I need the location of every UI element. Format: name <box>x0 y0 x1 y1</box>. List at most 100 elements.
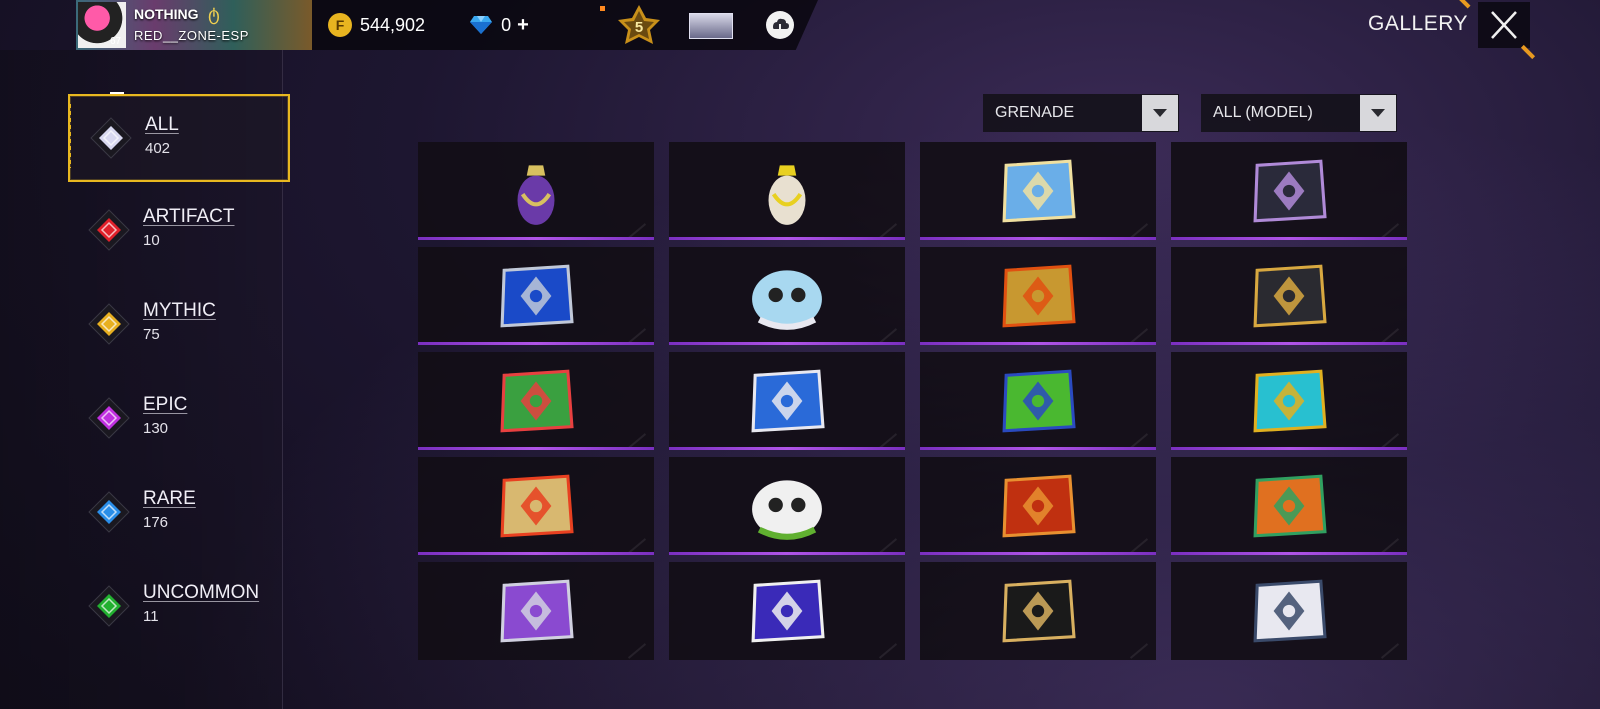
tile-decoration <box>1380 538 1400 554</box>
page-title: GALLERY <box>1368 12 1468 35</box>
cloud-sync-icon[interactable] <box>766 11 794 39</box>
gallery-item-tile[interactable] <box>1171 142 1407 240</box>
rarity-gem-icon <box>88 303 130 345</box>
tile-decoration <box>627 328 647 344</box>
tile-decoration <box>1380 643 1400 659</box>
tile-decoration <box>878 538 898 554</box>
green-armor-grenade-skin-icon <box>1002 369 1076 433</box>
purple-grenade-skin-icon <box>517 165 555 225</box>
model-filter-value: ALL (MODEL) <box>1213 104 1313 121</box>
gallery-item-tile[interactable] <box>1171 457 1407 555</box>
rarity-gem-icon <box>88 491 130 533</box>
rarity-name: UNCOMMON <box>143 582 260 603</box>
weapon-type-dropdown[interactable]: GRENADE <box>983 94 1179 132</box>
skull-cloud-grenade-skin-icon <box>752 270 822 330</box>
notification-dot <box>600 6 605 11</box>
cyan-circuit-grenade-skin-icon <box>1253 369 1327 433</box>
guild-name: RED__ZONE-ESP <box>134 28 249 43</box>
gallery-item-tile[interactable] <box>418 457 654 555</box>
rarity-tab-all[interactable]: ALL 402 <box>68 94 290 182</box>
top-bar: 67 NOTHING ტ RED__ZONE-ESP F 544,902 0 +… <box>76 0 818 50</box>
rarity-gem-icon <box>88 397 130 439</box>
tile-decoration <box>627 643 647 659</box>
crosshair-grenade-skin-icon <box>751 369 825 433</box>
diamond-amount: 0 <box>501 14 512 35</box>
tile-decoration <box>627 433 647 449</box>
diamond-currency[interactable]: 0 + <box>469 14 529 37</box>
corner-accent <box>1453 0 1471 9</box>
rarity-name: MYTHIC <box>143 300 216 321</box>
tile-decoration <box>1129 328 1149 344</box>
chevron-down-icon[interactable] <box>1142 95 1178 131</box>
tile-decoration <box>878 223 898 239</box>
tile-decoration <box>1380 433 1400 449</box>
close-button[interactable] <box>1478 2 1530 48</box>
tribal-drum-grenade-skin-icon <box>1253 474 1327 538</box>
add-diamonds-button[interactable]: + <box>517 14 529 37</box>
tile-decoration <box>1380 223 1400 239</box>
gallery-item-tile[interactable] <box>920 352 1156 450</box>
starry-book-grenade-skin-icon <box>1002 159 1076 223</box>
model-filter-dropdown[interactable]: ALL (MODEL) <box>1201 94 1397 132</box>
rarity-name: ALL <box>145 114 179 135</box>
rarity-gem-icon <box>90 117 132 159</box>
rarity-tab-epic[interactable]: EPIC 130 <box>68 376 286 460</box>
little-house-grenade-skin-icon <box>500 474 574 538</box>
tile-decoration <box>1129 643 1149 659</box>
player-profile-card[interactable]: 67 NOTHING ტ RED__ZONE-ESP <box>76 0 312 50</box>
gallery-item-tile[interactable] <box>418 142 654 240</box>
anime-hero-grenade-skin-icon <box>751 579 825 643</box>
gallery-item-tile[interactable] <box>669 562 905 660</box>
golden-crown-grenade-skin-icon <box>1002 264 1076 328</box>
gallery-item-tile[interactable] <box>669 352 905 450</box>
gallery-item-tile[interactable] <box>920 562 1156 660</box>
rarity-count: 11 <box>143 608 159 625</box>
gold-amount: 544,902 <box>360 14 426 35</box>
tile-decoration <box>1129 538 1149 554</box>
rarity-tab-artifact[interactable]: ARTIFACT 10 <box>68 188 286 272</box>
elite-pass-card-icon[interactable] <box>689 13 733 39</box>
player-name-suffix: ტ <box>208 4 220 24</box>
white-cat-grenade-skin-icon <box>752 480 822 540</box>
gallery-item-tile[interactable] <box>1171 247 1407 345</box>
gallery-item-tile[interactable] <box>669 142 905 240</box>
gallery-item-tile[interactable] <box>920 142 1156 240</box>
gallery-item-tile[interactable] <box>669 457 905 555</box>
tile-decoration <box>1129 223 1149 239</box>
rarity-count: 130 <box>143 420 169 437</box>
diamond-icon <box>470 16 493 34</box>
close-icon <box>1491 11 1517 39</box>
weapon-type-value: GRENADE <box>995 104 1075 121</box>
dark-shield-grenade-skin-icon <box>1253 159 1327 223</box>
gallery-item-tile[interactable] <box>418 352 654 450</box>
chevron-down-icon[interactable] <box>1360 95 1396 131</box>
rarity-count: 176 <box>143 514 169 531</box>
retro-tv-grenade-skin-icon <box>500 369 574 433</box>
gallery-item-grid <box>418 142 1407 660</box>
rarity-tab-uncommon[interactable]: UNCOMMON 11 <box>68 564 286 648</box>
gallery-item-tile[interactable] <box>920 457 1156 555</box>
tile-decoration <box>878 328 898 344</box>
rank-level: 5 <box>635 19 643 36</box>
rarity-name: EPIC <box>143 394 188 415</box>
rarity-count: 10 <box>143 232 160 249</box>
gallery-item-tile[interactable] <box>920 247 1156 345</box>
tile-decoration <box>1129 433 1149 449</box>
gallery-item-tile[interactable] <box>1171 352 1407 450</box>
rarity-name: ARTIFACT <box>143 206 235 227</box>
tile-decoration <box>878 433 898 449</box>
tile-decoration <box>627 223 647 239</box>
gallery-item-tile[interactable] <box>1171 562 1407 660</box>
rarity-tab-rare[interactable]: RARE 176 <box>68 470 286 554</box>
rank-badge-icon[interactable]: 5 <box>616 4 662 46</box>
player-level: 67 <box>110 36 122 47</box>
player-name: NOTHING <box>134 6 199 22</box>
black-gold-wing-grenade-skin-icon <box>1002 579 1076 643</box>
gallery-item-tile[interactable] <box>418 562 654 660</box>
gold-coin-icon: F <box>328 13 352 37</box>
rarity-tab-mythic[interactable]: MYTHIC 75 <box>68 282 286 366</box>
gallery-item-tile[interactable] <box>669 247 905 345</box>
gallery-item-tile[interactable] <box>418 247 654 345</box>
rarity-count: 75 <box>143 326 160 343</box>
tile-decoration <box>627 538 647 554</box>
